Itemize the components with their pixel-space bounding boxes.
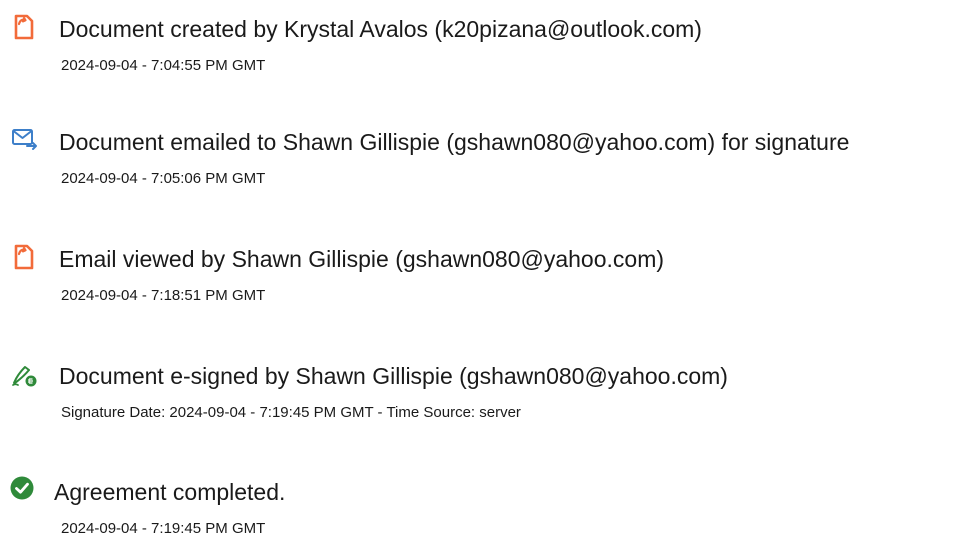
audit-event-esigned: Document e-signed by Shawn Gillispie (gs… xyxy=(0,362,977,422)
document-icon xyxy=(14,14,34,40)
document-icon xyxy=(14,244,34,270)
audit-event-viewed: Email viewed by Shawn Gillispie (gshawn0… xyxy=(0,244,977,305)
e-sign-pen-icon xyxy=(12,366,37,387)
event-timestamp: 2024-09-04 - 7:05:06 PM GMT xyxy=(61,170,266,187)
event-title: Document created by Krystal Avalos (k20p… xyxy=(59,16,702,42)
event-title: Document emailed to Shawn Gillispie (gsh… xyxy=(59,129,850,155)
event-timestamp: 2024-09-04 - 7:19:45 PM GMT xyxy=(61,520,266,537)
event-title: Agreement completed. xyxy=(54,479,286,505)
audit-event-emailed: Document emailed to Shawn Gillispie (gsh… xyxy=(0,128,977,188)
event-title: Email viewed by Shawn Gillispie (gshawn0… xyxy=(59,246,665,272)
audit-event-completed: Agreement completed. 2024-09-04 - 7:19:4… xyxy=(0,476,977,538)
email-send-icon xyxy=(12,129,37,150)
checkmark-circle-icon xyxy=(10,476,34,500)
audit-event-created: Document created by Krystal Avalos (k20p… xyxy=(0,14,977,75)
event-timestamp: 2024-09-04 - 7:04:55 PM GMT xyxy=(61,57,266,74)
event-timestamp: 2024-09-04 - 7:18:51 PM GMT xyxy=(61,287,266,304)
event-title: Document e-signed by Shawn Gillispie (gs… xyxy=(59,363,728,389)
event-signature-details: Signature Date: 2024-09-04 - 7:19:45 PM … xyxy=(61,404,521,421)
